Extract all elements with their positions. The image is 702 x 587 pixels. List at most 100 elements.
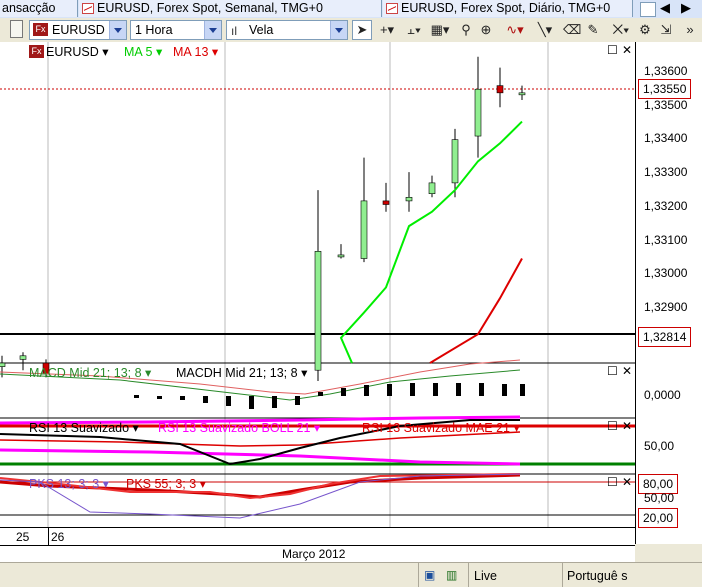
candle-body [337, 254, 345, 258]
legend-symbol[interactable]: Fx EURUSD ▾ [29, 44, 109, 59]
chart-icon[interactable] [640, 2, 656, 17]
macdh-bar [134, 395, 139, 398]
candle-body [451, 139, 459, 184]
macdh-bar [502, 384, 507, 396]
rsi-boll-lower [0, 448, 521, 466]
price-axis[interactable]: 1,33600 1,33500 1,33400 1,33300 1,33200 … [635, 42, 702, 544]
tab-transaction[interactable]: ansacção [0, 0, 78, 17]
macdh-bar [341, 388, 346, 396]
macdh-bar [364, 385, 369, 396]
legend-pks55[interactable]: PKS 55; 3; 3 ▾ [126, 476, 206, 491]
ma13-line [429, 258, 523, 364]
grid-icon[interactable]: ▦▾ [428, 21, 452, 39]
sync-icon[interactable]: ⊕ [478, 21, 494, 39]
vertical-line-icon[interactable]: ⫠▾ [402, 21, 426, 39]
legend-macdh-label: MACDH Mid 21; 13; 8 [176, 366, 298, 380]
chart-type-select[interactable]: ıl Vela [226, 20, 348, 40]
chevron-left-icon[interactable]: ◀ [660, 0, 670, 16]
legend-rsi-boll[interactable]: RSI 13 Suavizado BOLL 21 ▾ [158, 420, 320, 435]
tab-eurusd-daily[interactable]: EURUSD, Forex Spot, Diário, TMG+0 [383, 0, 633, 17]
chevron-down-icon: ▾ [132, 421, 139, 435]
legend-pks13[interactable]: PKS 13; 3; 3 ▾ [29, 476, 109, 491]
eraser-icon[interactable]: ⌫ [563, 21, 581, 39]
legend-rsi-mae[interactable]: RSI 13 Suavizado MAE 21 ▾ [362, 420, 520, 435]
maximize-pane-icon[interactable]: ☐ [607, 364, 618, 378]
pks-low-label: 20,00 [638, 508, 679, 528]
forex-icon: Fx [33, 23, 48, 36]
time-axis[interactable]: 25 26 Março 2012 [0, 527, 635, 563]
chevron-down-icon: ▾ [145, 366, 152, 380]
macdh-bar [180, 396, 185, 400]
language-indicator[interactable]: Portuguê s [567, 569, 627, 583]
zoom-icon[interactable]: ⚲ [458, 21, 474, 39]
chart-icon [82, 3, 94, 14]
connection-status: Live [474, 569, 497, 583]
trend-line-icon[interactable]: ╲▾ [533, 21, 557, 39]
price-tick-label: 1,32900 [644, 300, 688, 314]
crosshair-icon[interactable]: +▾ [376, 21, 398, 39]
chart-area[interactable]: Fx EURUSD ▾ MA 5 ▾ MA 13 ▾ MACD Mid 21; … [0, 42, 635, 544]
tab-eurusd-weekly[interactable]: EURUSD, Forex Spot, Semanal, TMG+0 [79, 0, 382, 17]
legend-ma5-label: MA 5 [124, 45, 153, 59]
rsi-axis-label: 50,00 [644, 439, 675, 453]
candle-body [382, 200, 390, 205]
pencil-icon[interactable]: ✎ [584, 21, 602, 39]
candle-body [314, 251, 322, 371]
price-tick-label: 1,33100 [644, 233, 688, 247]
legend-rsi-label: RSI 13 Suavizado [29, 421, 130, 435]
chevron-right-icon[interactable]: ▶ [681, 0, 691, 16]
candle-icon: ıl [231, 24, 237, 38]
indicator-icon[interactable]: ∿▾ [502, 21, 528, 39]
more-icon[interactable]: » [680, 21, 700, 39]
chart-type-value: Vela [249, 23, 274, 37]
delete-icon[interactable]: ⨉▾ [610, 21, 632, 39]
chevron-down-icon: ▾ [301, 366, 308, 380]
macdh-bar [295, 396, 300, 405]
interval-select[interactable]: 1 Hora [130, 20, 222, 40]
pointer-icon[interactable]: ➤ [352, 20, 372, 40]
day-label: 25 [16, 530, 30, 544]
close-pane-icon[interactable]: ✕ [622, 475, 632, 489]
macdh-bar [410, 383, 415, 396]
symbol-select[interactable]: Fx EURUSD [29, 20, 127, 40]
chevron-down-icon: ▾ [313, 421, 321, 435]
candle-body [0, 362, 6, 367]
legend-macd[interactable]: MACD Mid 21; 13; 8 ▾ [29, 365, 151, 380]
maximize-pane-icon[interactable]: ☐ [607, 43, 618, 57]
legend-ma5[interactable]: MA 5 ▾ [124, 44, 162, 59]
settings-icon[interactable]: ⚙ [636, 21, 654, 39]
legend-rsi[interactable]: RSI 13 Suavizado ▾ [29, 420, 139, 435]
chevron-down-icon: ▾ [199, 477, 206, 491]
legend-ma13-label: MA 13 [173, 45, 209, 59]
price-tick-label: 1,33400 [644, 131, 688, 145]
macdh-bar [157, 396, 162, 399]
macdh-bar [272, 396, 277, 408]
price-chart [0, 42, 635, 527]
tab-label: EURUSD, Forex Spot, Semanal, TMG+0 [97, 1, 323, 15]
candle-body [518, 92, 526, 96]
maximize-pane-icon[interactable]: ☐ [607, 419, 618, 433]
export-icon[interactable]: ⇲ [657, 21, 675, 39]
close-pane-icon[interactable]: ✕ [622, 43, 632, 57]
status-bar: ▣ ▥ Live Portuguê s [0, 562, 702, 587]
close-pane-icon[interactable]: ✕ [622, 364, 632, 378]
legend-pks55-label: PKS 55; 3; 3 [126, 477, 197, 491]
symbol-value: EURUSD [52, 23, 105, 37]
page-icon[interactable] [10, 20, 23, 38]
maximize-pane-icon[interactable]: ☐ [607, 475, 618, 489]
tab-label: EURUSD, Forex Spot, Diário, TMG+0 [401, 1, 611, 15]
candle-body [19, 355, 27, 360]
close-pane-icon[interactable]: ✕ [622, 419, 632, 433]
legend-macdh[interactable]: MACDH Mid 21; 13; 8 ▾ [176, 365, 307, 380]
day-row [0, 528, 635, 546]
month-label: Março 2012 [282, 547, 346, 561]
macdh-bar [520, 384, 525, 396]
current-price-label: 1,33550 [638, 79, 692, 99]
forex-icon: Fx [29, 45, 44, 58]
macdh-bar [456, 383, 461, 396]
macdh-bar [203, 396, 208, 403]
chevron-down-icon: ▾ [155, 45, 163, 59]
legend-ma13[interactable]: MA 13 ▾ [173, 44, 218, 59]
day-separator [48, 528, 49, 545]
chevron-down-icon: ▾ [513, 421, 520, 435]
